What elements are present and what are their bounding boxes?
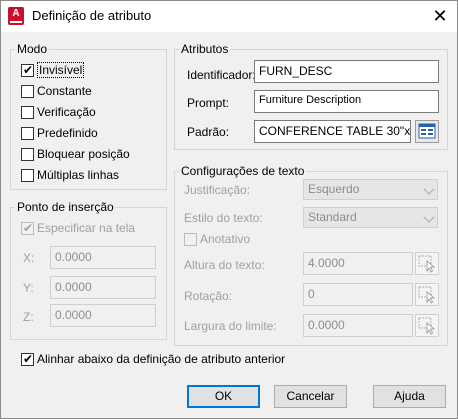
identificador-field[interactable]: FURN_DESC [254,60,439,83]
rotacao-pick-button[interactable] [415,283,439,306]
alinhar-abaixo-label: Alinhar abaixo da definição de atributo … [37,352,286,366]
anotativo-label: Anotativo [200,232,251,246]
verificacao-label: Verificação [37,105,96,119]
atributos-legend: Atributos [181,42,229,56]
multiplas-linhas-label: Múltiplas linhas [37,168,120,182]
bloquear-posicao-checkbox[interactable] [21,148,34,161]
identificador-label: Identificador: [187,68,256,82]
alinhar-abaixo-checkbox[interactable]: ✔ [21,352,34,366]
rotacao-label: Rotação: [184,289,233,303]
justificacao-label: Justificação: [184,183,251,197]
window-title: Definição de atributo [32,8,152,23]
autocad-app-icon: A [8,7,24,25]
y-field[interactable]: 0.0000 [50,276,156,299]
x-label: X: [23,251,35,265]
multiplas-linhas-checkbox[interactable] [21,169,34,182]
modo-legend: Modo [17,42,48,56]
rotacao-field[interactable]: 0 [303,283,413,306]
z-label: Z: [23,310,34,324]
x-field[interactable]: 0.0000 [50,246,156,269]
estilo-texto-label: Estilo do texto: [184,211,263,225]
especificar-na-tela-label: Especificar na tela [37,221,136,235]
altura-pick-button[interactable] [415,252,439,275]
ok-button[interactable]: OK [187,385,260,408]
pick-point-icon [418,286,436,304]
bloquear-posicao-label: Bloquear posição [37,147,130,161]
close-icon[interactable]: ✕ [428,6,452,26]
cancel-button[interactable]: Cancelar [274,385,347,408]
justificacao-select[interactable]: Esquerdo [303,179,438,200]
predefinido-label: Predefinido [37,126,98,140]
chevron-down-icon [423,211,435,223]
chevron-down-icon [423,183,435,195]
constante-label: Constante [37,84,92,98]
ponto-insercao-legend: Ponto de inserção [17,200,114,214]
invisivel-checkbox[interactable]: ✔ [21,63,34,77]
z-field[interactable]: 0.0000 [50,304,156,327]
pick-point-icon [418,317,436,335]
anotativo-checkbox[interactable] [184,233,197,246]
verificacao-checkbox[interactable] [21,106,34,119]
check-icon: ✔ [23,352,34,366]
predefinido-checkbox[interactable] [21,127,34,140]
justificacao-value: Esquerdo [308,182,360,196]
estilo-texto-value: Standard [308,210,357,224]
altura-texto-field[interactable]: 4.0000 [303,252,413,275]
largura-limite-label: Largura do limite: [184,319,277,333]
help-button[interactable]: Ajuda [373,385,446,408]
estilo-texto-select[interactable]: Standard [303,207,438,228]
prompt-field[interactable]: Furniture Description [254,90,439,113]
insert-field-button[interactable] [415,120,439,143]
especificar-na-tela-checkbox[interactable]: ✔ [21,221,34,235]
altura-texto-label: Altura do texto: [184,258,265,272]
y-label: Y: [23,281,34,295]
largura-limite-field[interactable]: 0.0000 [303,314,413,337]
invisivel-label: Invisível [37,62,85,78]
padrao-field[interactable]: CONFERENCE TABLE 30"x72" [254,120,411,143]
check-icon: ✔ [23,63,34,77]
largura-pick-button[interactable] [415,314,439,337]
prompt-label: Prompt: [187,96,230,110]
field-insert-icon [418,123,436,139]
check-icon: ✔ [23,221,34,235]
padrao-label: Padrão: [187,125,230,139]
pick-point-icon [418,255,436,273]
constante-checkbox[interactable] [21,85,34,98]
configuracoes-texto-legend: Configurações de texto [181,164,305,178]
